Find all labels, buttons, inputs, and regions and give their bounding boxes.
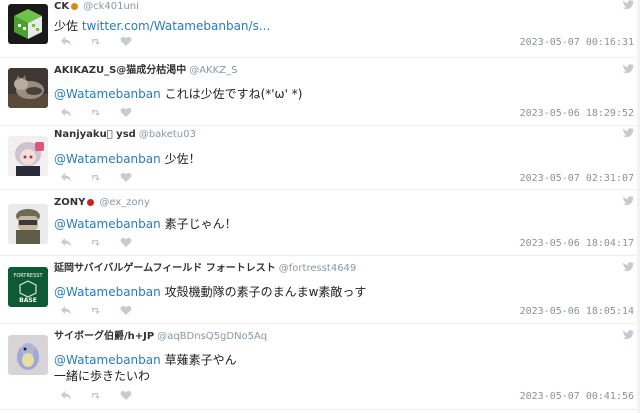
user-name[interactable]: ZONY — [54, 197, 85, 208]
like-icon[interactable] — [120, 172, 132, 186]
tweet-message: これは少佐ですね(*'ω' *) — [164, 87, 303, 101]
timestamp[interactable]: 2023-05-07 00:16:31 — [520, 37, 634, 48]
retweet-icon[interactable] — [90, 237, 102, 251]
svg-text:FORTRESST: FORTRESST — [13, 273, 43, 279]
reply-icon[interactable] — [60, 172, 72, 186]
user-handle[interactable]: @ex_zony — [99, 197, 150, 208]
tweet-item[interactable]: CK @ck401uni 少佐 twitter.com/Watamebanban/… — [0, 0, 640, 58]
tweet-actions — [60, 305, 132, 319]
twitter-bird-icon[interactable] — [623, 262, 634, 272]
reply-icon[interactable] — [60, 36, 72, 50]
tweet-list: CK @ck401uni 少佐 twitter.com/Watamebanban/… — [0, 0, 640, 413]
tweet-message: 攻殻機動隊の素子のまんまw素敵っす — [164, 285, 367, 299]
tweet-header: Nanjyaku  ysd @baketu03 — [54, 128, 196, 142]
mention-link[interactable]: @Watamebanban — [54, 217, 161, 231]
user-name[interactable]: CK — [54, 1, 69, 12]
like-icon[interactable] — [120, 390, 132, 404]
tweet-text: @Watamebanban これは少佐ですね(*'ω' *) — [54, 86, 302, 102]
avatar[interactable] — [8, 335, 48, 375]
reply-icon[interactable] — [60, 390, 72, 404]
tweet-link[interactable]: twitter.com/Watamebanban/s... — [82, 19, 270, 33]
tweet-header: CK @ck401uni — [54, 0, 139, 14]
tweet-actions — [60, 237, 132, 251]
mention-link[interactable]: @Watamebanban — [54, 87, 161, 101]
tweet-text: @Watamebanban 素子じゃん！ — [54, 216, 237, 232]
tweet-text: @Watamebanban 少佐！ — [54, 151, 201, 167]
tweet-message: 草薙素子やん — [164, 353, 237, 367]
mention-link[interactable]: @Watamebanban — [54, 152, 161, 166]
tweet-actions — [60, 36, 132, 50]
user-handle[interactable]: @aqBDnsQ5gDNo5Aq — [157, 331, 267, 342]
tweet-actions — [60, 390, 132, 404]
retweet-icon[interactable] — [90, 172, 102, 186]
like-icon[interactable] — [120, 237, 132, 251]
twitter-bird-icon[interactable] — [623, 196, 634, 206]
avatar[interactable] — [8, 4, 48, 44]
tweet-header: AKIKAZU_S@猫成分枯渇中 @AKKZ_S — [54, 64, 237, 78]
tweet-message-line2: 一緒に歩きたいわ — [54, 369, 151, 383]
retweet-icon[interactable] — [90, 36, 102, 50]
like-icon[interactable] — [120, 107, 132, 121]
twitter-bird-icon[interactable] — [623, 64, 634, 74]
retweet-icon[interactable] — [90, 305, 102, 319]
twitter-bird-icon[interactable] — [623, 128, 634, 138]
tweet-message: 素子じゃん！ — [164, 217, 237, 231]
tweet-text-prefix: 少佐 — [54, 19, 82, 33]
tweet-item[interactable]: サイボーグ伯爵/h+JP @aqBDnsQ5gDNo5Aq @Watamebanb… — [0, 330, 640, 410]
tweet-item[interactable]: Nanjyaku  ysd @baketu03 @Watamebanban 少佐！… — [0, 128, 640, 190]
user-handle[interactable]: @ck401uni — [83, 1, 139, 12]
avatar[interactable] — [8, 136, 48, 176]
reply-icon[interactable] — [60, 305, 72, 319]
timestamp[interactable]: 2023-05-06 18:04:17 — [520, 238, 634, 249]
user-name[interactable]: Nanjyaku  ysd — [54, 129, 136, 140]
tweet-text: 少佐 twitter.com/Watamebanban/s... — [54, 18, 270, 34]
twitter-bird-icon[interactable] — [623, 330, 634, 340]
user-handle[interactable]: @fortresst4649 — [279, 263, 357, 274]
tweet-item[interactable]: FORTRESST BASE 延岡サバイバルゲームフィールド フォートレスト @fo… — [0, 262, 640, 324]
reply-icon[interactable] — [60, 237, 72, 251]
tweet-item[interactable]: AKIKAZU_S@猫成分枯渇中 @AKKZ_S @Watamebanban これ… — [0, 64, 640, 126]
like-icon[interactable] — [120, 36, 132, 50]
timestamp[interactable]: 2023-05-07 02:31:07 — [520, 173, 634, 184]
tweet-text: @Watamebanban 草薙素子やん 一緒に歩きたいわ — [54, 352, 237, 384]
tweet-actions — [60, 107, 132, 121]
twitter-bird-icon[interactable] — [623, 0, 634, 10]
timestamp[interactable]: 2023-05-06 18:29:52 — [520, 108, 634, 119]
tweet-message: 少佐！ — [164, 152, 201, 166]
tweet-header: ZONY @ex_zony — [54, 196, 150, 210]
tweet-actions — [60, 172, 132, 186]
name-emoji-badge — [87, 198, 95, 206]
name-emoji-badge — [71, 2, 79, 10]
retweet-icon[interactable] — [90, 390, 102, 404]
tweet-header: サイボーグ伯爵/h+JP @aqBDnsQ5gDNo5Aq — [54, 330, 267, 344]
avatar[interactable] — [8, 204, 48, 244]
user-name[interactable]: サイボーグ伯爵/h+JP — [54, 331, 154, 342]
retweet-icon[interactable] — [90, 107, 102, 121]
mention-link[interactable]: @Watamebanban — [54, 353, 161, 367]
user-handle[interactable]: @AKKZ_S — [189, 65, 237, 76]
mention-link[interactable]: @Watamebanban — [54, 285, 161, 299]
reply-icon[interactable] — [60, 107, 72, 121]
timestamp[interactable]: 2023-05-06 18:05:14 — [520, 306, 634, 317]
tweet-header: 延岡サバイバルゲームフィールド フォートレスト @fortresst4649 — [54, 262, 356, 276]
tweet-text: @Watamebanban 攻殻機動隊の素子のまんまw素敵っす — [54, 284, 366, 300]
like-icon[interactable] — [120, 305, 132, 319]
svg-text:BASE: BASE — [19, 297, 37, 304]
user-name[interactable]: AKIKAZU_S@猫成分枯渇中 — [54, 65, 186, 76]
user-handle[interactable]: @baketu03 — [139, 129, 196, 140]
avatar[interactable]: FORTRESST BASE — [8, 267, 48, 307]
user-name[interactable]: 延岡サバイバルゲームフィールド フォートレスト — [54, 263, 276, 274]
tweet-item[interactable]: ZONY @ex_zony @Watamebanban 素子じゃん！ 2023-0… — [0, 196, 640, 256]
avatar[interactable] — [8, 68, 48, 108]
timestamp[interactable]: 2023-05-07 00:41:56 — [520, 391, 634, 402]
